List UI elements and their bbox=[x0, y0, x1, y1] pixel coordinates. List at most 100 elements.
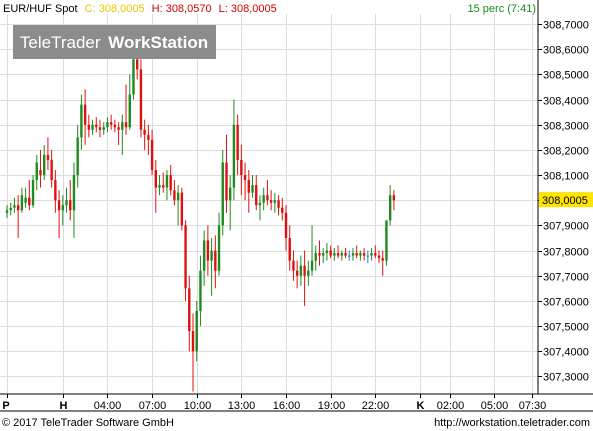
candle-body bbox=[176, 192, 180, 201]
candle-body bbox=[322, 253, 325, 256]
candle-body bbox=[295, 270, 299, 276]
candle-body bbox=[69, 200, 72, 211]
candle-body bbox=[333, 253, 336, 256]
candle-body bbox=[180, 192, 184, 226]
candle-body bbox=[80, 104, 83, 138]
candle-body bbox=[143, 129, 146, 135]
candle-body bbox=[191, 331, 195, 352]
source-url-link[interactable]: http://workstation.teletrader.com bbox=[434, 417, 590, 429]
candle-body bbox=[247, 180, 250, 193]
candle-body bbox=[136, 59, 139, 70]
candle-body bbox=[98, 127, 102, 130]
y-tick-label: 308,6000 bbox=[543, 45, 589, 57]
candle-body bbox=[150, 139, 154, 171]
y-tick-label: 307,4000 bbox=[543, 347, 589, 359]
candle-body bbox=[91, 124, 94, 130]
candle-body bbox=[43, 154, 46, 176]
candle-body bbox=[374, 253, 377, 256]
candle-body bbox=[255, 185, 258, 206]
candle-body bbox=[16, 205, 20, 211]
candle-body bbox=[266, 195, 269, 201]
y-tick-label: 308,1000 bbox=[543, 171, 589, 183]
candle-body bbox=[362, 253, 366, 256]
candle-body bbox=[277, 200, 280, 208]
candle-body bbox=[318, 253, 321, 256]
x-tick-label: H bbox=[60, 400, 68, 412]
x-tick-label: 02:00 bbox=[437, 400, 465, 412]
candle-body bbox=[184, 225, 187, 289]
candle-body bbox=[72, 175, 76, 211]
candle-body bbox=[221, 162, 224, 226]
x-tick-label: 13:00 bbox=[228, 400, 256, 412]
candle-body bbox=[344, 253, 347, 256]
candle-body bbox=[124, 122, 128, 128]
candle-body bbox=[147, 134, 150, 140]
candle-body bbox=[377, 255, 381, 259]
candle-body bbox=[329, 250, 332, 256]
candle-body bbox=[307, 270, 310, 276]
candle-body bbox=[206, 240, 210, 261]
candlestick-chart[interactable]: EUR/HUF Spot C: 308,0005 H: 308,0570 L: … bbox=[0, 0, 593, 431]
candle-body bbox=[392, 195, 396, 201]
svg-text:TeleTrader WorkStation: TeleTrader WorkStation bbox=[20, 33, 208, 52]
candle-body bbox=[31, 180, 35, 206]
candle-body bbox=[281, 207, 284, 213]
candle-body bbox=[46, 154, 50, 160]
candle-body bbox=[370, 253, 373, 256]
candle-body bbox=[288, 237, 291, 261]
close-value: C: 308,0005 bbox=[85, 3, 145, 15]
candle-body bbox=[314, 253, 317, 261]
x-tick-label: 05:00 bbox=[481, 400, 509, 412]
candle-body bbox=[76, 137, 79, 176]
candle-body bbox=[158, 185, 161, 188]
candle-body bbox=[232, 124, 236, 188]
candle-body bbox=[188, 288, 191, 332]
candle-body bbox=[28, 197, 31, 206]
last-price-label: 308,0005 bbox=[542, 195, 588, 207]
candle-body bbox=[154, 170, 157, 188]
candle-body bbox=[24, 197, 27, 203]
candle-body bbox=[106, 122, 109, 128]
x-tick-label: 16:00 bbox=[273, 400, 301, 412]
candle-body bbox=[351, 253, 355, 256]
candle-body bbox=[299, 265, 303, 276]
candle-body bbox=[65, 200, 68, 206]
candle-body bbox=[202, 240, 206, 271]
watermark-logo: TeleTrader WorkStation bbox=[13, 25, 216, 59]
candle-body bbox=[348, 255, 351, 257]
candle-body bbox=[336, 253, 340, 256]
header-legend: EUR/HUF Spot C: 308,0005 H: 308,0570 L: … bbox=[3, 3, 277, 15]
x-tick-label: K bbox=[417, 400, 425, 412]
candle-body bbox=[169, 175, 172, 191]
candle-body bbox=[303, 265, 306, 276]
candle-body bbox=[113, 124, 117, 128]
x-tick-label: 22:00 bbox=[362, 400, 390, 412]
candle-body bbox=[262, 195, 265, 203]
chart-window: EUR/HUF Spot C: 308,0005 H: 308,0570 L: … bbox=[0, 0, 593, 431]
candle-body bbox=[121, 122, 124, 130]
candle-body bbox=[366, 255, 370, 257]
x-tick-label: P bbox=[2, 400, 9, 412]
candle-body bbox=[210, 250, 213, 261]
candle-body bbox=[292, 260, 295, 271]
watermark-product: WorkStation bbox=[108, 33, 208, 52]
y-tick-label: 308,7000 bbox=[543, 20, 589, 32]
x-tick-label: 10:00 bbox=[184, 400, 212, 412]
candle-body bbox=[54, 180, 57, 201]
y-tick-label: 307,7000 bbox=[543, 272, 589, 284]
high-value: H: 308,0570 bbox=[152, 3, 212, 15]
candle-body bbox=[251, 185, 254, 193]
candle-body bbox=[240, 159, 243, 176]
candle-body bbox=[9, 207, 12, 211]
x-tick-label: 07:30 bbox=[519, 400, 547, 412]
y-tick-label: 308,5000 bbox=[543, 70, 589, 82]
candle-body bbox=[165, 175, 169, 188]
candle-body bbox=[128, 94, 131, 128]
candle-body bbox=[217, 225, 221, 271]
candle-body bbox=[243, 175, 247, 181]
candle-body bbox=[236, 124, 239, 160]
candle-body bbox=[102, 127, 105, 130]
candle-body bbox=[355, 253, 358, 256]
candle-body bbox=[39, 170, 42, 176]
candle-body bbox=[273, 200, 277, 203]
